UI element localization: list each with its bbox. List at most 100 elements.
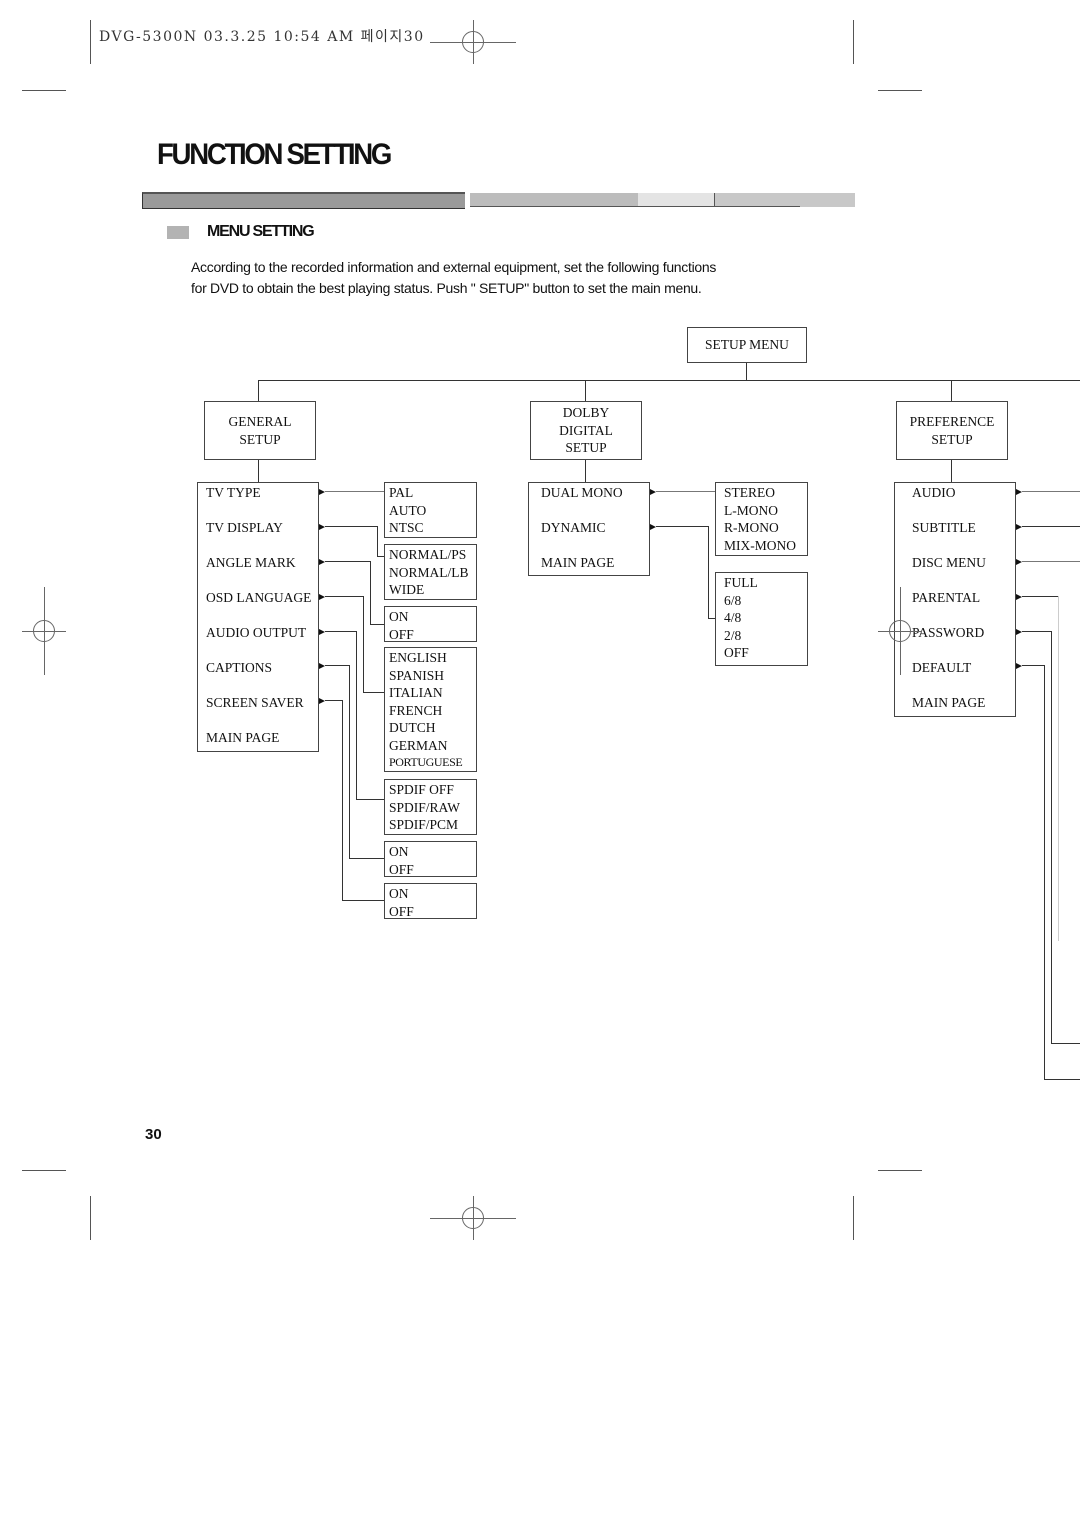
menu-item-parental: PARENTAL <box>912 590 981 605</box>
page-title: FUNCTION SETTING <box>157 138 392 171</box>
tv-display-options: NORMAL/PS NORMAL/LB WIDE <box>384 544 477 600</box>
menu-item-captions: CAPTIONS <box>206 660 273 675</box>
menu-item-audio-output: AUDIO OUTPUT <box>206 625 307 640</box>
option: SPDIF OFF <box>389 782 454 797</box>
connector-line <box>349 665 350 858</box>
connector-line <box>258 380 259 401</box>
arrow-icon <box>1016 629 1022 635</box>
captions-options: ON OFF <box>384 841 477 877</box>
arrow-icon <box>1016 524 1022 530</box>
option: 6/8 <box>724 592 742 608</box>
menu-item-main-page: MAIN PAGE <box>206 730 280 745</box>
connector-line <box>258 460 259 482</box>
crop-mark <box>878 90 922 91</box>
option: ON <box>389 609 409 624</box>
general-setup-node: GENERAL SETUP <box>204 401 316 460</box>
connector-line <box>377 556 384 557</box>
option: STEREO <box>724 485 776 500</box>
connector-line <box>1051 631 1052 1043</box>
title-divider-bar <box>142 192 855 209</box>
option: DUTCH <box>389 720 436 735</box>
connector-line <box>356 799 384 800</box>
option: 2/8 <box>724 627 742 643</box>
connector-line <box>325 491 384 492</box>
connector-line <box>325 700 342 701</box>
arrow-icon <box>1016 663 1022 669</box>
option: FRENCH <box>389 702 443 718</box>
audio-output-options: SPDIF OFF SPDIF/RAW SPDIF/PCM <box>384 779 477 835</box>
node-label: PREFERENCE <box>909 414 995 429</box>
menu-item-screen-saver: SCREEN SAVER <box>206 695 304 710</box>
node-label: DIGITAL <box>559 422 613 438</box>
connector-line <box>951 460 952 482</box>
connector-line <box>325 631 356 632</box>
arrow-icon <box>1016 489 1022 495</box>
intro-paragraph: According to the recorded information an… <box>191 257 716 299</box>
connector-line <box>585 460 586 482</box>
setup-menu-node: SETUP MENU <box>687 327 807 363</box>
connector-line <box>1022 596 1059 597</box>
connector-line <box>1058 596 1059 941</box>
connector-line <box>363 596 364 692</box>
arrow-icon <box>319 698 325 704</box>
connector-line <box>258 380 1080 381</box>
menu-item-main-page: MAIN PAGE <box>912 695 986 710</box>
arrow-icon <box>1016 594 1022 600</box>
connector-line <box>1022 665 1045 666</box>
option: ON <box>389 844 409 859</box>
option: OFF <box>389 861 414 877</box>
arrow-icon <box>1016 559 1022 565</box>
option: ENGLISH <box>389 650 447 665</box>
connector-line <box>1022 526 1080 527</box>
connector-line <box>1022 561 1080 562</box>
crop-mark <box>22 90 66 91</box>
connector-line <box>1044 1079 1080 1080</box>
arrow-icon <box>319 559 325 565</box>
option: OFF <box>724 645 749 660</box>
connector-line <box>656 526 708 527</box>
connector-line <box>342 900 384 901</box>
connector-line <box>708 526 709 618</box>
connector-line <box>585 380 586 401</box>
node-label: SETUP <box>239 431 281 447</box>
menu-item-dynamic: DYNAMIC <box>541 520 606 535</box>
option: L-MONO <box>724 502 778 518</box>
option: NORMAL/LB <box>389 564 469 580</box>
option: MIX-MONO <box>724 537 796 553</box>
connector-line <box>349 858 384 859</box>
crop-mark <box>878 1170 922 1171</box>
option: OFF <box>389 626 414 642</box>
option: NORMAL/PS <box>389 547 467 562</box>
print-header: DVG-5300N 03.3.25 10:54 AM 페이지30 <box>99 29 425 45</box>
registration-mark-icon <box>430 20 516 64</box>
option: WIDE <box>389 582 425 597</box>
menu-item-main-page: MAIN PAGE <box>541 555 615 570</box>
general-setup-menu: TV TYPE TV DISPLAY ANGLE MARK OSD LANGUA… <box>197 482 319 752</box>
crop-mark <box>853 20 854 64</box>
menu-item-audio: AUDIO <box>912 485 956 500</box>
dolby-setup-menu: DUAL MONO DYNAMIC MAIN PAGE <box>528 482 650 576</box>
connector-line <box>708 618 715 619</box>
registration-mark-icon <box>22 587 66 675</box>
section-title: MENU SETTING <box>207 223 315 240</box>
arrow-icon <box>319 663 325 669</box>
connector-line <box>370 624 384 625</box>
option: SPANISH <box>389 667 445 683</box>
option: SPDIF/RAW <box>389 799 460 815</box>
option: PAL <box>389 485 414 500</box>
crop-mark <box>853 1196 854 1240</box>
connector-line <box>325 526 377 527</box>
arrow-icon <box>650 489 656 495</box>
dolby-digital-setup-node: DOLBY DIGITAL SETUP <box>530 401 642 460</box>
connector-line <box>363 692 384 693</box>
screen-saver-options: ON OFF <box>384 883 477 919</box>
angle-mark-options: ON OFF <box>384 606 477 642</box>
page-number: 30 <box>145 1126 162 1143</box>
connector-line <box>1022 631 1052 632</box>
arrow-icon <box>319 629 325 635</box>
option: OFF <box>389 903 414 919</box>
connector-line <box>1044 665 1045 1079</box>
menu-item-tv-display: TV DISPLAY <box>206 520 283 535</box>
option: AUTO <box>389 502 427 518</box>
menu-item-angle-mark: ANGLE MARK <box>206 555 296 570</box>
